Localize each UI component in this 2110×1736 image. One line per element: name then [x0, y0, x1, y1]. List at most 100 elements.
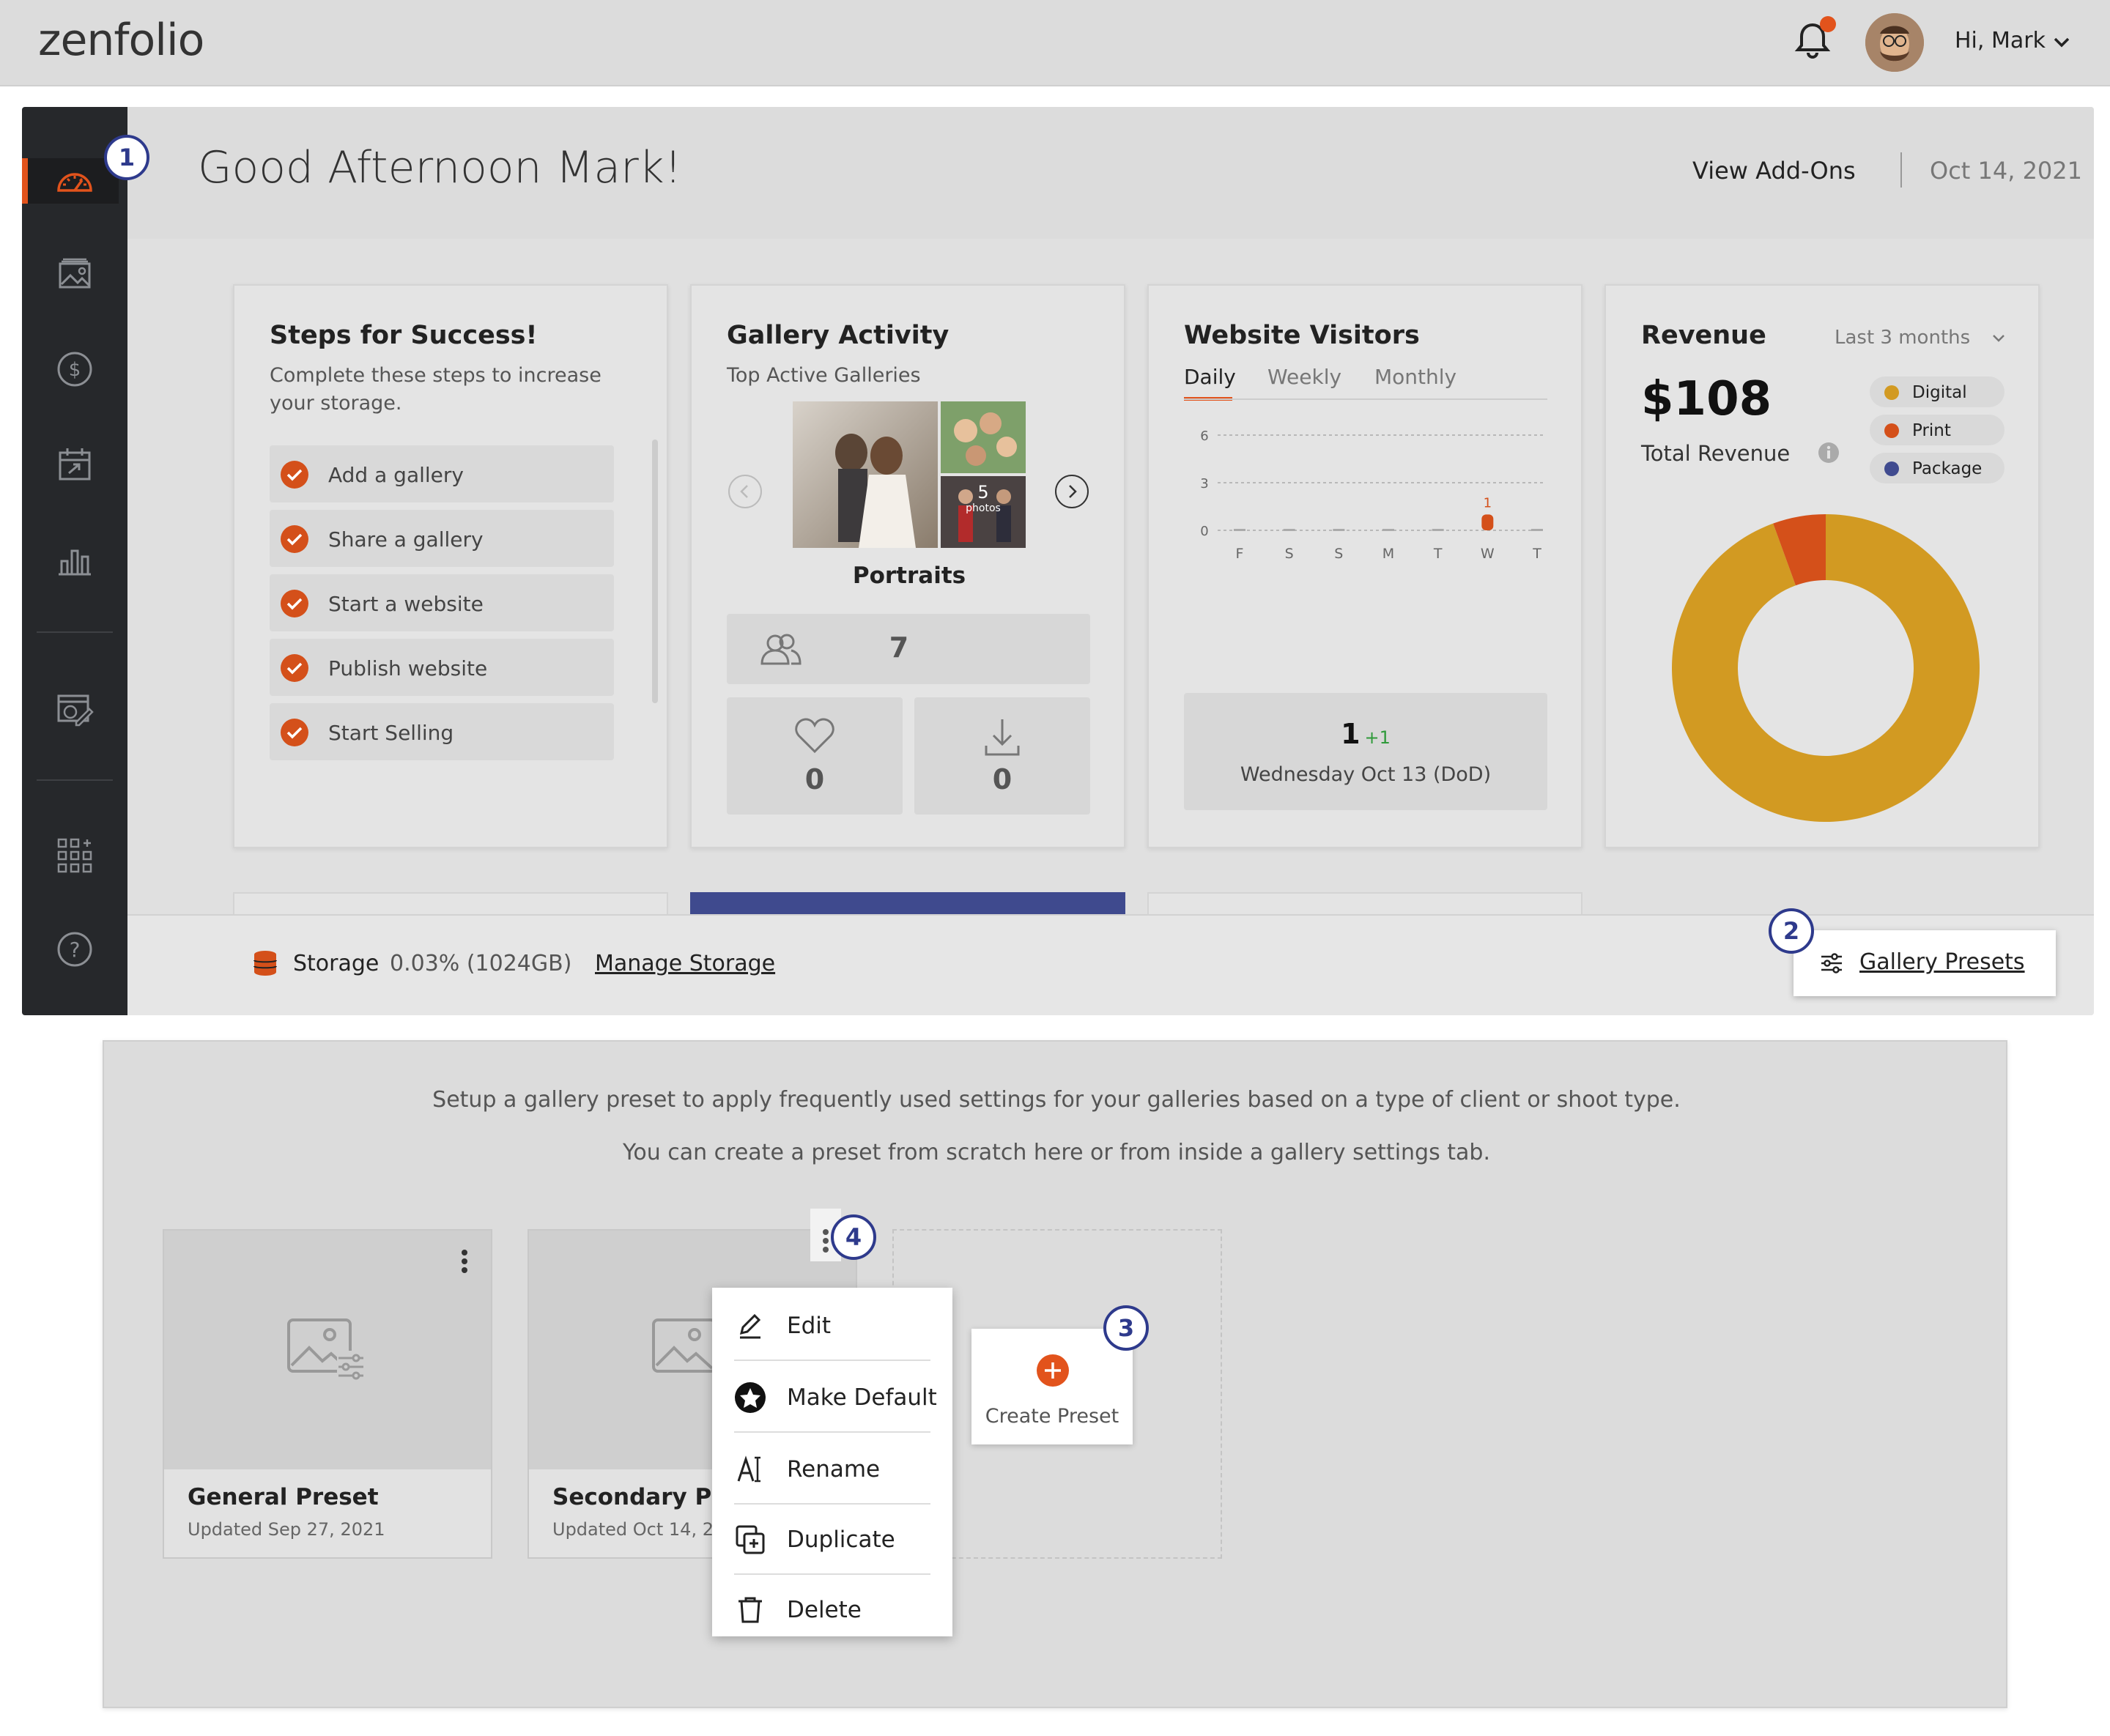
menu-item-delete[interactable]: Delete: [734, 1575, 932, 1645]
preset-name: General Preset: [188, 1484, 379, 1510]
legend-item[interactable]: Package: [1870, 453, 2004, 483]
bar[interactable]: [1432, 529, 1444, 531]
menu-label: Edit: [787, 1313, 832, 1339]
menu-item-rename[interactable]: Rename: [734, 1434, 932, 1505]
step-label: Add a gallery: [328, 463, 464, 487]
download-icon: [985, 719, 1020, 756]
gallery-name[interactable]: Portraits: [692, 563, 1127, 589]
apps-grid-icon[interactable]: [54, 835, 95, 876]
chevron-right-icon[interactable]: [1054, 473, 1090, 510]
revenue-label: Total Revenue: [1641, 441, 1791, 466]
period-select[interactable]: Last 3 months: [1835, 327, 1970, 349]
duplicate-icon: [736, 1525, 765, 1554]
create-preset-button[interactable]: Create Preset: [971, 1329, 1133, 1444]
preset-footer: General Preset Updated Sep 27, 2021: [164, 1469, 491, 1557]
summary-value: 1: [1341, 718, 1361, 750]
card-title: Steps for Success!: [270, 321, 538, 350]
check-circle-icon: [281, 654, 308, 682]
menu-item-make-default[interactable]: Make Default: [734, 1362, 937, 1433]
tab-weekly[interactable]: Weekly: [1267, 365, 1341, 389]
preset-updated: Updated Oct 14, 202: [552, 1519, 736, 1540]
gallery-presets-panel: Setup a gallery preset to apply frequent…: [103, 1040, 2007, 1708]
tab-daily[interactable]: Daily: [1184, 365, 1236, 389]
legend-item[interactable]: Print: [1870, 415, 2004, 445]
x-tick-label: F: [1236, 546, 1244, 562]
zenfolio-logo[interactable]: zenfolio: [38, 15, 204, 66]
svg-text:?: ?: [70, 938, 81, 962]
dollar-icon[interactable]: $: [54, 349, 95, 390]
galleries-icon[interactable]: [54, 253, 95, 294]
check-circle-icon: [281, 525, 308, 553]
bar[interactable]: [1283, 529, 1295, 531]
tab-monthly[interactable]: Monthly: [1374, 365, 1456, 389]
bar[interactable]: [1234, 529, 1245, 531]
bar[interactable]: [1481, 514, 1494, 530]
step-item[interactable]: Start Selling: [270, 703, 614, 760]
bar-chart-icon[interactable]: [54, 539, 95, 580]
card-subtitle: Top Active Galleries: [727, 364, 921, 387]
pencil-icon: [739, 1313, 761, 1339]
more-vertical-icon[interactable]: [460, 1248, 469, 1275]
user-menu-label[interactable]: Hi, Mark: [1955, 28, 2046, 53]
gallery-activity-card: Gallery Activity Top Active Galleries 5 …: [690, 284, 1125, 848]
preset-thumbnail: [164, 1231, 491, 1469]
rename-icon: [737, 1455, 760, 1483]
x-tick-label: T: [1532, 546, 1541, 562]
chevron-down-icon[interactable]: [2051, 32, 2072, 53]
favorites-count: 0: [804, 763, 825, 795]
manage-storage-link[interactable]: Manage Storage: [595, 951, 775, 976]
header-date: Oct 14, 2021: [1930, 157, 2082, 185]
step-label: Start Selling: [328, 721, 454, 745]
avatar[interactable]: [1865, 13, 1924, 72]
revenue-donut-chart: [1672, 514, 1980, 822]
y-tick-label: 0: [1200, 524, 1208, 539]
gallery-collage-image[interactable]: [793, 401, 1026, 548]
legend-swatch: [1884, 423, 1899, 438]
star-circle-icon: [735, 1382, 766, 1413]
speedometer-icon[interactable]: [54, 161, 95, 202]
bar[interactable]: [1531, 529, 1543, 531]
legend-label: Digital: [1912, 383, 1967, 402]
chevron-left-icon[interactable]: [727, 473, 763, 510]
tabs-divider: [1184, 398, 1547, 400]
x-tick-label: S: [1334, 546, 1343, 562]
step-label: Share a gallery: [328, 527, 484, 552]
step-item[interactable]: Add a gallery: [270, 445, 614, 502]
trash-icon: [738, 1597, 762, 1623]
photos-label: photos: [966, 502, 1001, 514]
svg-text:$: $: [69, 359, 81, 381]
menu-item-duplicate[interactable]: Duplicate: [734, 1505, 932, 1575]
step-item[interactable]: Publish website: [270, 639, 614, 696]
menu-item-edit[interactable]: Edit: [734, 1291, 932, 1361]
chevron-down-icon[interactable]: [1990, 330, 2007, 347]
step-item[interactable]: Share a gallery: [270, 510, 614, 567]
help-icon[interactable]: ?: [54, 929, 95, 970]
plus-circle-icon: [1037, 1354, 1069, 1387]
heart-icon: [795, 718, 834, 754]
calendar-icon[interactable]: [54, 444, 95, 485]
website-edit-icon[interactable]: [54, 689, 95, 730]
data-label: 1: [1484, 495, 1492, 511]
sidebar-divider: [37, 779, 113, 781]
info-icon[interactable]: [1817, 441, 1840, 464]
preset-updated: Updated Sep 27, 2021: [188, 1519, 385, 1540]
sidebar: $ ?: [22, 107, 127, 1015]
storage-label: Storage: [293, 951, 380, 976]
bar[interactable]: [1382, 529, 1394, 531]
website-visitors-card: Website Visitors Daily Weekly Monthly 0 3…: [1147, 284, 1582, 848]
menu-divider: [734, 1431, 930, 1433]
bar[interactable]: [1333, 529, 1345, 531]
callout-badge: 3: [1103, 1305, 1149, 1351]
sliders-icon: [1821, 953, 1842, 973]
x-tick-label: W: [1481, 546, 1495, 562]
step-item[interactable]: Start a website: [270, 574, 614, 631]
preset-card[interactable]: General Preset Updated Sep 27, 2021: [163, 1229, 492, 1559]
visitors-stat: 7: [727, 614, 1090, 684]
legend-item[interactable]: Digital: [1870, 376, 2004, 407]
gallery-presets-button[interactable]: Gallery Presets: [1793, 930, 2056, 996]
revenue-card: Revenue Last 3 months $108 Total Revenue…: [1604, 284, 2040, 848]
view-addons-link[interactable]: View Add-Ons: [1692, 157, 1856, 185]
scrollbar[interactable]: [652, 439, 658, 703]
more-vertical-icon: [823, 1229, 829, 1253]
page-header: Good Afternoon Mark! View Add-Ons Oct 14…: [127, 107, 2094, 239]
